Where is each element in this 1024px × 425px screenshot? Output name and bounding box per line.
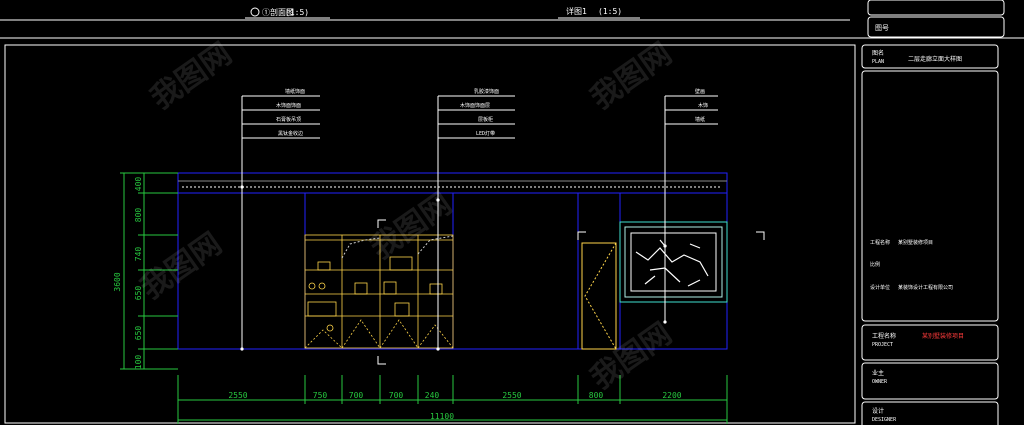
tb-owner-sub: OWNER — [872, 379, 888, 385]
top-right-panel-1 — [867, 0, 1005, 16]
section-marker-icon — [250, 7, 260, 17]
door-swing — [584, 242, 617, 350]
dim-v-1: 400 — [134, 177, 143, 192]
watermark-1: 我图网 — [145, 36, 239, 116]
door-panel — [581, 242, 617, 350]
tb-engineer-value: 某别墅装修项目 — [922, 332, 964, 340]
dim-h-2: 750 — [313, 391, 328, 400]
tb-design-sub: DESIGNER — [872, 417, 897, 423]
dim-v-5: 650 — [134, 326, 143, 341]
watermark-4: 我图网 — [365, 186, 459, 266]
dim-h-1: 2550 — [228, 391, 247, 400]
dim-vertical-total: 3600 — [113, 272, 122, 291]
title-block-info — [861, 70, 999, 322]
right-scale: (1:5) — [598, 7, 622, 16]
painting-artwork — [635, 239, 709, 287]
tb-item3-value: 某装饰设计工程有限公司 — [898, 284, 953, 291]
tb-project-value: 二层走廊立面大样图 — [908, 55, 962, 63]
elevation-outline — [177, 172, 728, 350]
dim-total: 11100 — [430, 412, 454, 421]
callout-3-1: 壁画 — [695, 88, 705, 95]
section-markers — [377, 219, 765, 365]
watermark-3: 我图网 — [135, 226, 229, 306]
dim-h-8: 2200 — [662, 391, 681, 400]
tb-design-label: 设计 — [872, 407, 884, 415]
tb-owner-label: 业主 — [872, 369, 884, 377]
dim-v-2: 800 — [134, 208, 143, 223]
callout-1-3: 石膏板吊顶 — [276, 116, 301, 123]
dim-h-4: 700 — [389, 391, 404, 400]
watermark-5: 我图网 — [585, 316, 679, 396]
dim-h-3: 700 — [349, 391, 364, 400]
callout-2-4: LED灯带 — [476, 130, 495, 137]
callout-2-1: 乳胶漆饰面 — [474, 88, 499, 95]
callout-1-4: 黑钛金收边 — [278, 130, 303, 137]
painting-frame — [619, 221, 728, 303]
callout-1-1: 墙纸饰面 — [285, 88, 305, 95]
watermark-2: 我图网 — [585, 36, 679, 116]
callout-3-3: 墙纸 — [695, 116, 705, 123]
watermark-layer: 我图网 我图网 我图网 我图网 我图网 — [135, 36, 679, 396]
dim-h-6: 2550 — [502, 391, 521, 400]
tb-engineer-label: 工程名称 — [872, 332, 896, 340]
callout-2-2: 木饰面饰面层 — [460, 102, 490, 109]
left-scale: (1:5) — [285, 8, 309, 17]
cad-drawing: ①剖面图 (1:5) 详图1 (1:5) 图号 图名 PLAN 二层走廊立面大样… — [0, 0, 1024, 425]
tb-item1-value: 某别墅装修项目 — [898, 239, 933, 246]
tb-item1-label: 工程名称 — [870, 239, 890, 246]
callout-3-2: 木饰 — [698, 102, 708, 109]
top-right-panel-label: 图号 — [875, 24, 889, 32]
tb-project-sub: PLAN — [872, 59, 884, 65]
dim-v-6: 100 — [134, 355, 143, 370]
tb-engineer-sub: PROJECT — [872, 342, 893, 348]
callout-2-3: 层板柜 — [478, 116, 493, 123]
tb-item2-label: 比例 — [870, 261, 880, 268]
tb-item3-label: 设计单位 — [870, 284, 890, 291]
dim-v-3: 740 — [134, 247, 143, 262]
right-title: 详图1 — [566, 6, 587, 16]
callout-1-2: 木饰面饰面 — [276, 102, 301, 109]
dim-h-5: 240 — [425, 391, 440, 400]
tb-project-label: 图名 — [872, 49, 884, 57]
